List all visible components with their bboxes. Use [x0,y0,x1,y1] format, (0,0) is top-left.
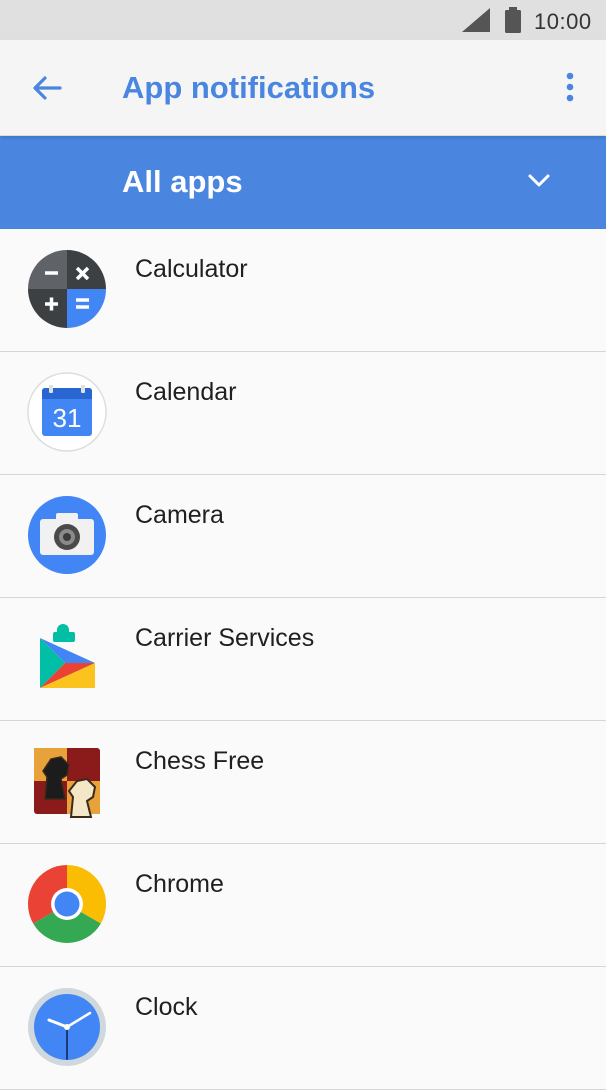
app-name: Calculator [135,255,248,283]
page-title: App notifications [122,70,376,105]
app-filter-dropdown[interactable]: All apps [0,135,606,229]
status-time: 10:00 [534,9,592,34]
app-bar: App notifications [0,40,606,136]
app-list: Calculator 31 Calendar Camera Carrier Se… [0,229,606,1090]
app-row-carrier-services[interactable]: Carrier Services [0,598,606,721]
app-row-clock[interactable]: Clock [0,967,606,1090]
calendar-icon: 31 [27,372,107,452]
app-row-camera[interactable]: Camera [0,475,606,598]
app-name: Clock [135,993,198,1021]
more-options-icon[interactable] [558,70,582,106]
filter-selected-label: All apps [122,164,243,199]
app-name: Carrier Services [135,624,315,652]
clock-icon [28,988,106,1066]
signal-icon [462,8,490,32]
status-bar: 10:00 [0,0,606,40]
calendar-icon-date: 31 [53,403,82,433]
app-name: Chess Free [135,747,265,775]
app-row-calendar[interactable]: 31 Calendar [0,352,606,475]
app-row-calculator[interactable]: Calculator [0,229,606,352]
app-row-chrome[interactable]: Chrome [0,844,606,967]
chrome-icon [27,865,107,944]
chevron-down-icon [528,174,550,187]
app-name: Camera [135,501,224,529]
chess-icon [34,748,100,818]
carrier-services-icon [40,624,95,688]
app-name: Calendar [135,378,237,406]
calculator-icon [28,250,106,328]
app-name: Chrome [135,870,224,898]
app-row-chess-free[interactable]: Chess Free [0,721,606,844]
battery-icon [505,7,521,33]
camera-icon [28,496,106,574]
back-arrow-icon[interactable] [28,70,64,106]
